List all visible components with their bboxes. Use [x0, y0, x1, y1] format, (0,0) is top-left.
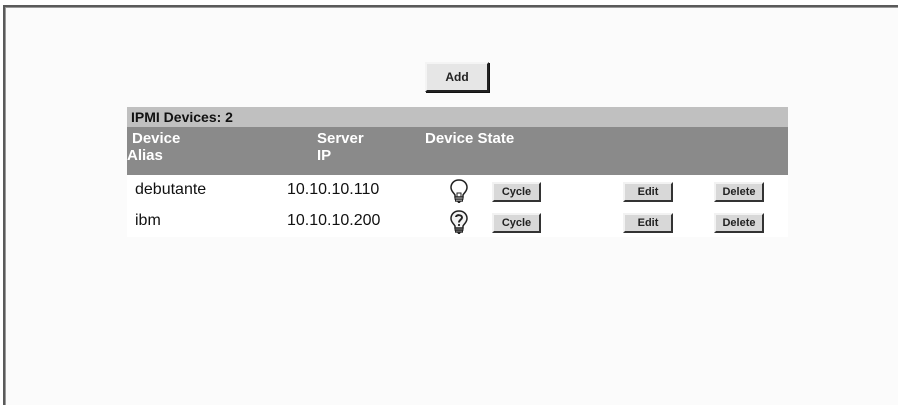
header-server-ip: Server IP [317, 130, 364, 164]
delete-button[interactable]: Delete [714, 182, 764, 202]
delete-button[interactable]: Delete [714, 213, 764, 233]
device-count-label: IPMI Devices: 2 [127, 107, 788, 127]
cycle-button[interactable]: Cycle [492, 213, 541, 233]
device-alias: debutante [135, 181, 207, 198]
header-alias-line2: Alias [127, 147, 163, 164]
header-ip-line2: IP [317, 147, 332, 164]
server-ip: 10.10.10.110 [287, 181, 380, 198]
header-device-state: Device State [425, 130, 514, 147]
header-alias-line1: Device [132, 130, 181, 147]
table-row: ibm 10.10.10.200 Cycle Edit Delete [127, 206, 788, 237]
devices-panel: Add IPMI Devices: 2 Device Alias Server … [3, 5, 898, 405]
device-alias: ibm [135, 212, 161, 229]
lightbulb-unknown-icon [449, 209, 469, 235]
table-row: debutante 10.10.10.110 Cycle Edit Delete [127, 175, 788, 206]
add-device-button[interactable]: Add [425, 62, 489, 92]
header-ip-line1: Server [317, 130, 364, 147]
edit-button[interactable]: Edit [623, 213, 673, 233]
table-header: Device Alias Server IP Device State [127, 127, 788, 175]
edit-button[interactable]: Edit [623, 182, 673, 202]
lightbulb-off-icon [449, 178, 469, 204]
header-device-alias: Device Alias [127, 130, 181, 164]
cycle-button[interactable]: Cycle [492, 182, 541, 202]
ipmi-devices-table: IPMI Devices: 2 Device Alias Server IP D… [127, 107, 788, 237]
server-ip: 10.10.10.200 [287, 212, 381, 229]
header-state-label: Device State [425, 130, 515, 147]
